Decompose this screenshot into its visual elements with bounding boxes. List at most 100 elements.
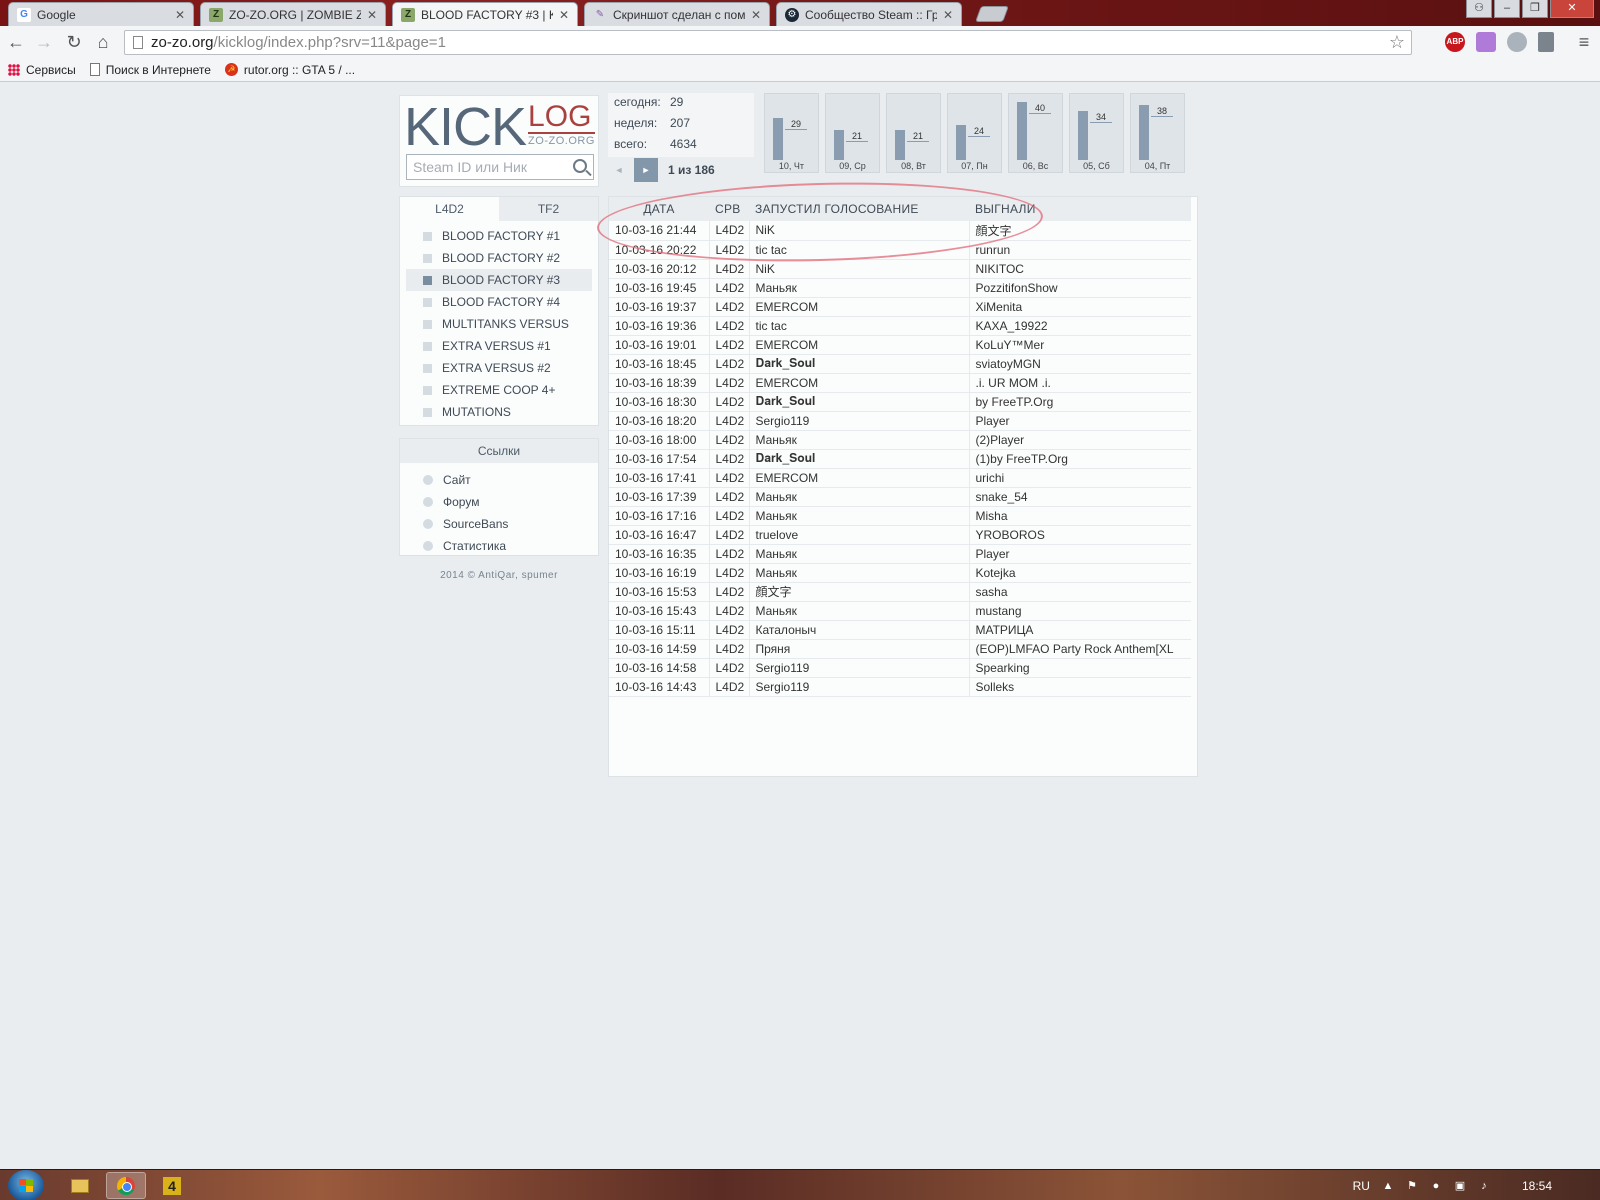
- sidebar-item-server[interactable]: BLOOD FACTORY #3: [406, 269, 592, 291]
- cell-kicked[interactable]: (1)by FreeTP.Org: [969, 449, 1191, 469]
- link-item[interactable]: Сайт: [406, 469, 592, 491]
- cell-started-by[interactable]: 𝐃𝐚𝐫𝐤_𝐒𝐨𝐮𝐥: [749, 392, 970, 412]
- cell-started-by[interactable]: Маньяк: [749, 601, 970, 621]
- clock[interactable]: 18:54: [1522, 1179, 1552, 1193]
- cell-kicked[interactable]: 顔文字: [969, 221, 1191, 241]
- sidebar-item-server[interactable]: BLOOD FACTORY #4: [406, 291, 592, 313]
- prev-page-button[interactable]: ◄: [608, 158, 630, 182]
- cell-started-by[interactable]: Маньяк: [749, 544, 970, 564]
- cell-kicked[interactable]: Solleks: [969, 677, 1191, 697]
- cell-kicked[interactable]: Spearking: [969, 658, 1191, 678]
- home-icon[interactable]: ⌂: [91, 30, 115, 54]
- bookmark-star-icon[interactable]: ☆: [1389, 32, 1405, 53]
- cell-kicked[interactable]: sviatoyMGN: [969, 354, 1191, 374]
- cell-started-by[interactable]: Каталоныч: [749, 620, 970, 640]
- flag-icon[interactable]: ⚑: [1406, 1180, 1418, 1192]
- back-icon[interactable]: ←: [4, 30, 28, 54]
- search-input[interactable]: [413, 159, 563, 175]
- cell-kicked[interactable]: Player: [969, 544, 1191, 564]
- sidebar-item-server[interactable]: MULTITANKS VERSUS: [406, 313, 592, 335]
- cell-started-by[interactable]: truelove: [749, 525, 970, 545]
- browser-tab[interactable]: ✎ Скриншот сделан с помо ✕: [584, 2, 770, 26]
- next-page-button[interactable]: ►: [634, 158, 658, 182]
- cell-started-by[interactable]: NiK: [749, 259, 970, 279]
- forward-icon[interactable]: →: [32, 30, 56, 54]
- sidebar-item-server[interactable]: EXTREME COOP 4+: [406, 379, 592, 401]
- cell-started-by[interactable]: NiK: [749, 221, 970, 241]
- cell-kicked[interactable]: .i. UR MOM .i.: [969, 373, 1191, 393]
- cell-started-by[interactable]: Маньяк: [749, 563, 970, 583]
- cell-started-by[interactable]: tic tac: [749, 316, 970, 336]
- volume-icon[interactable]: ♪: [1478, 1180, 1490, 1192]
- close-icon[interactable]: ✕: [175, 8, 185, 22]
- cell-started-by[interactable]: EMERCOM: [749, 297, 970, 317]
- sidebar-item-server[interactable]: BLOOD FACTORY #1: [406, 225, 592, 247]
- cell-kicked[interactable]: МАТРИЦА: [969, 620, 1191, 640]
- link-item[interactable]: Статистика: [406, 535, 592, 557]
- search-icon[interactable]: [573, 159, 587, 173]
- cell-kicked[interactable]: KAXA_19922: [969, 316, 1191, 336]
- cell-kicked[interactable]: KoLuY™Mer: [969, 335, 1191, 355]
- cell-kicked[interactable]: sasha: [969, 582, 1191, 602]
- cell-kicked[interactable]: Player: [969, 411, 1191, 431]
- cell-started-by[interactable]: Sergio119: [749, 411, 970, 431]
- cell-started-by[interactable]: Sergio119: [749, 677, 970, 697]
- new-tab-button[interactable]: [975, 6, 1009, 22]
- cell-kicked[interactable]: Kotejka: [969, 563, 1191, 583]
- show-hidden-icons-icon[interactable]: ▲: [1382, 1180, 1394, 1192]
- bookmark-search[interactable]: Поиск в Интернете: [89, 63, 211, 77]
- browser-tab[interactable]: Z ZO-ZO.ORG | ZOMBIE ZO ✕: [200, 2, 386, 26]
- restore-button[interactable]: ❐: [1522, 0, 1548, 18]
- user-icon[interactable]: ⚇: [1466, 0, 1492, 18]
- cell-started-by[interactable]: Sergio119: [749, 658, 970, 678]
- cell-started-by[interactable]: 𝐃𝐚𝐫𝐤_𝐒𝐨𝐮𝐥: [749, 449, 970, 469]
- address-bar[interactable]: zo-zo.org/kicklog/index.php?srv=11&page=…: [124, 30, 1412, 55]
- sidebar-item-server[interactable]: BLOOD FACTORY #2: [406, 247, 592, 269]
- cell-started-by[interactable]: Маньяк: [749, 430, 970, 450]
- cell-started-by[interactable]: Маньяк: [749, 278, 970, 298]
- cell-kicked[interactable]: snake_54: [969, 487, 1191, 507]
- close-window-button[interactable]: ✕: [1550, 0, 1594, 18]
- browser-tab[interactable]: G Google ✕: [8, 2, 194, 26]
- link-item[interactable]: SourceBans: [406, 513, 592, 535]
- cell-started-by[interactable]: Маньяк: [749, 487, 970, 507]
- network-icon[interactable]: ▣: [1454, 1180, 1466, 1192]
- close-icon[interactable]: ✕: [559, 8, 569, 22]
- cell-started-by[interactable]: tic tac: [749, 240, 970, 260]
- taskbar-chrome[interactable]: [106, 1172, 146, 1199]
- reload-icon[interactable]: ↻: [62, 30, 86, 54]
- cell-kicked[interactable]: Misha: [969, 506, 1191, 526]
- cell-kicked[interactable]: urichi: [969, 468, 1191, 488]
- cell-started-by[interactable]: EMERCOM: [749, 335, 970, 355]
- cell-started-by[interactable]: EMERCOM: [749, 468, 970, 488]
- app-tray-icon[interactable]: ●: [1430, 1180, 1442, 1192]
- cell-started-by[interactable]: EMERCOM: [749, 373, 970, 393]
- taskbar-l4d2[interactable]: 4: [152, 1172, 192, 1199]
- tab-tf2[interactable]: TF2: [499, 197, 598, 221]
- cell-started-by[interactable]: 𝐃𝐚𝐫𝐤_𝐒𝐨𝐮𝐥: [749, 354, 970, 374]
- site-logo[interactable]: KICK LOG ZO-ZO.ORG: [404, 98, 595, 154]
- cell-started-by[interactable]: Маньяк: [749, 506, 970, 526]
- close-icon[interactable]: ✕: [367, 8, 377, 22]
- sidebar-item-server[interactable]: MUTATIONS: [406, 401, 592, 423]
- sidebar-item-server[interactable]: EXTRA VERSUS #1: [406, 335, 592, 357]
- cell-started-by[interactable]: Пряня: [749, 639, 970, 659]
- sidebar-item-server[interactable]: EXTRA VERSUS #2: [406, 357, 592, 379]
- bag-icon[interactable]: [1476, 32, 1496, 52]
- cell-kicked[interactable]: YROBOROS: [969, 525, 1191, 545]
- minimize-button[interactable]: –: [1494, 0, 1520, 18]
- language-indicator[interactable]: RU: [1353, 1179, 1370, 1193]
- adblock-icon[interactable]: ABP: [1445, 32, 1465, 52]
- cell-kicked[interactable]: NIKITOC: [969, 259, 1191, 279]
- menu-icon[interactable]: ≡: [1572, 30, 1596, 54]
- bookmark-rutor[interactable]: ☭ rutor.org :: GTA 5 / ...: [224, 63, 355, 77]
- cell-started-by[interactable]: 顔文字: [749, 582, 970, 602]
- close-icon[interactable]: ✕: [943, 8, 953, 22]
- cell-kicked[interactable]: (EOP)LMFAO Party Rock Anthem[XL: [969, 639, 1191, 659]
- browser-tab[interactable]: ⚙ Сообщество Steam :: Гру ✕: [776, 2, 962, 26]
- cell-kicked[interactable]: by FreeTP.Org: [969, 392, 1191, 412]
- cell-kicked[interactable]: XiMenita: [969, 297, 1191, 317]
- link-item[interactable]: Форум: [406, 491, 592, 513]
- cell-kicked[interactable]: mustang: [969, 601, 1191, 621]
- bookmark-icon[interactable]: [1538, 32, 1554, 52]
